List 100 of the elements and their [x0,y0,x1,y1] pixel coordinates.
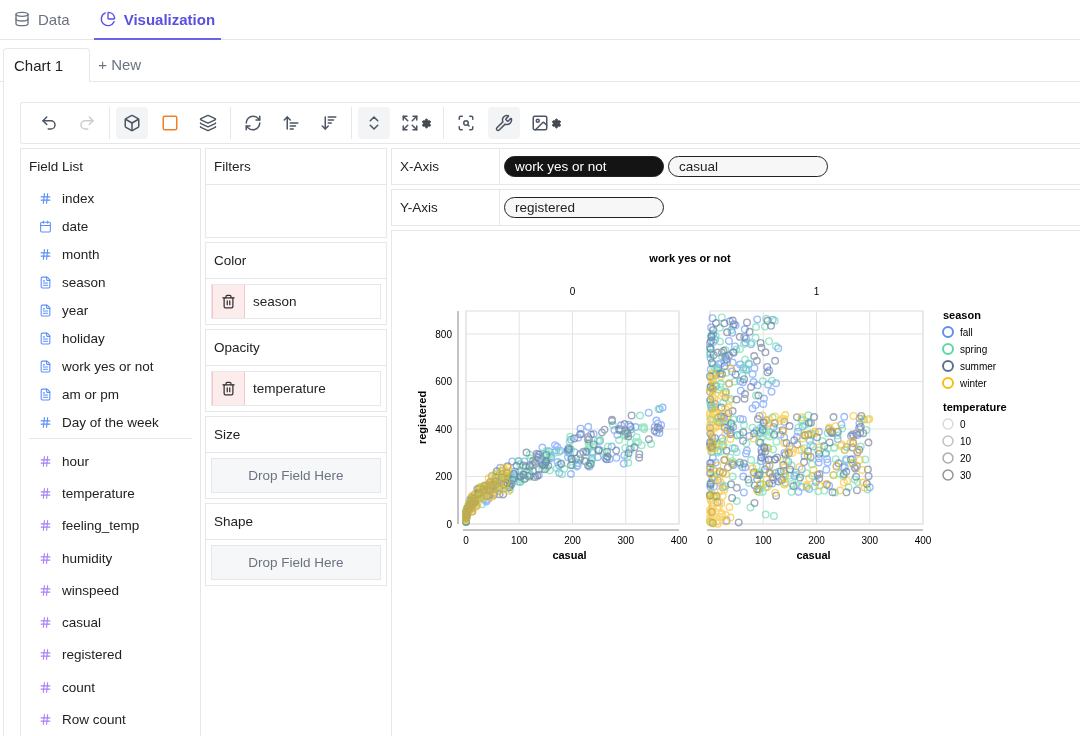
pie-chart-icon [99,11,116,27]
legend-label: summer [960,361,997,372]
legend-label: spring [960,344,988,355]
document-icon [39,331,52,345]
chart-title: work yes or not [649,252,731,264]
wrench-icon [495,114,513,132]
hash-icon [39,191,52,205]
field-item[interactable]: Day of the week [29,408,192,436]
trash-icon [221,294,236,309]
field-item[interactable]: casual [29,606,192,639]
field-item[interactable]: index [29,184,192,212]
delete-button[interactable] [212,372,245,405]
field-item[interactable]: date [29,212,192,240]
panel-title: Field List [29,158,85,174]
undo-icon [40,114,58,132]
x-tick-label: 0 [463,535,469,546]
legend-label: 30 [960,470,972,481]
encoding-title: Color [206,243,386,279]
x-tick-label: 400 [914,535,932,546]
encoding-title: Shape [206,504,386,540]
y-tick-label: 200 [435,471,452,482]
legend-symbol [942,469,954,481]
hash-icon [39,486,52,500]
sort-ascending-icon [282,114,300,132]
document-icon [39,303,52,317]
encoding-title: Size [206,417,386,453]
settings-icon [551,117,562,129]
y-tick-label: 400 [435,423,452,435]
field-item[interactable]: am or pm [29,380,192,408]
new-chart-button[interactable]: + New [90,47,150,81]
hash-icon [39,454,52,468]
x-axis-title: casual [796,549,831,561]
field-item[interactable]: count [29,671,192,704]
hash-icon [39,519,52,533]
x-tick-label: 200 [808,535,825,546]
facet-label: 1 [813,286,820,297]
field-item[interactable]: month [29,240,192,268]
y-tick-label: 0 [446,518,452,530]
hash-icon [39,616,52,630]
trash-icon [221,381,236,396]
hash-icon [39,551,52,565]
field-item[interactable]: Row count [29,703,192,736]
x-tick-label: 300 [617,535,635,546]
y-tick-label: 600 [435,376,452,387]
legend-label: 0 [960,419,966,430]
field-item[interactable]: humidity [29,541,192,575]
encoding-field[interactable]: temperature [211,371,381,406]
field-item[interactable]: holiday [29,324,192,352]
document-icon [39,359,52,373]
expand-icon [401,114,419,132]
square-icon [161,114,179,132]
field-item[interactable]: feeling_temp [29,509,192,542]
field-item[interactable]: season [29,268,192,296]
field-item[interactable]: work yes or not [29,352,192,380]
drop-zone[interactable]: Drop Field Here [211,545,381,580]
encoding-field[interactable]: season [211,284,381,319]
x-axis-title: casual [552,549,587,561]
database-icon [14,11,30,27]
legend-title: season [943,309,981,321]
delete-button[interactable] [212,285,245,318]
hash-icon [39,415,52,429]
axis-label: Y-Axis [392,190,500,225]
drop-zone[interactable]: Drop Field Here [211,458,381,493]
scan-icon [457,114,475,132]
field-item[interactable]: registered [29,638,192,672]
x-tick-label: 0 [707,535,713,546]
field-item[interactable]: hour [29,445,192,478]
calendar-icon [39,219,52,233]
legend-symbol [942,452,954,464]
redo-icon [78,114,96,132]
legend-label: 20 [960,453,972,464]
field-pill[interactable]: registered [504,197,664,218]
chart-tab[interactable]: Chart 1 [3,48,91,82]
hash-icon [39,648,52,662]
cube-icon [123,114,141,132]
refresh-icon [244,114,262,132]
legend-symbol [942,435,954,447]
legend-label: fall [960,327,973,338]
settings-icon [421,117,432,129]
field-item[interactable]: temperature [29,477,192,510]
document-icon [39,275,52,289]
axis-label: X-Axis [392,149,500,184]
main-tab[interactable]: Visualization [93,0,222,40]
y-axis-title: registered [416,390,428,445]
legend-label: winter [960,378,987,389]
field-item[interactable]: winspeed [29,574,192,607]
hash-icon [39,680,52,694]
x-tick-label: 100 [510,535,528,546]
image-icon [531,114,549,132]
field-pill[interactable]: casual [668,156,828,177]
x-tick-label: 300 [861,535,879,546]
x-tick-label: 400 [670,535,688,546]
field-item[interactable]: year [29,296,192,324]
field-pill[interactable]: work yes or not [504,156,664,177]
toolbar-button[interactable] [116,107,148,139]
y-tick-label: 800 [435,328,452,340]
layers-icon [199,114,217,132]
document-icon [39,387,52,401]
main-tab[interactable]: Data [8,0,76,40]
toolbar-button[interactable] [488,107,520,139]
